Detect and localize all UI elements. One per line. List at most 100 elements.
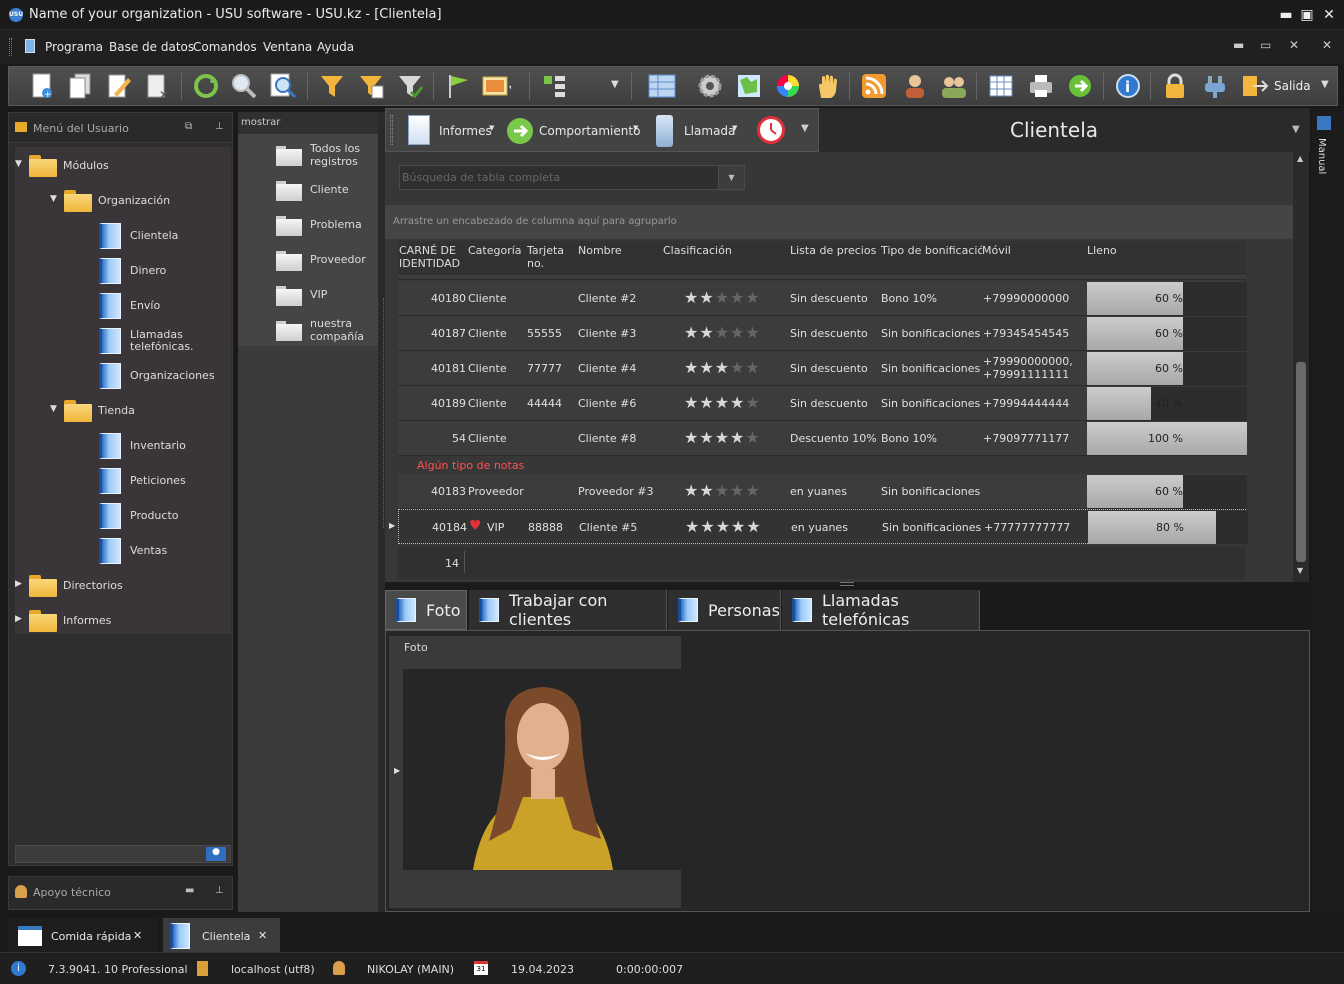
flag-icon[interactable] <box>443 71 473 101</box>
scroll-down-icon[interactable]: ▼ <box>1297 566 1303 575</box>
menu-programa[interactable]: Programa <box>45 40 103 54</box>
horizontal-splitter[interactable] <box>840 582 854 586</box>
tree-node-producto[interactable]: Producto <box>99 498 179 533</box>
comportamiento-dropdown-icon[interactable]: ▼ <box>633 124 638 132</box>
filter-icon[interactable] <box>317 71 347 101</box>
doc-tab-comida-rapida[interactable]: Comida rápida ✕ <box>8 918 158 954</box>
llamada-button[interactable]: Llamada <box>684 124 735 138</box>
settings-icon[interactable] <box>695 71 725 101</box>
pin-icon[interactable]: ⊥ <box>215 121 224 132</box>
tree-node-ventas[interactable]: Ventas <box>99 533 167 568</box>
delete-document-icon[interactable]: ✕ <box>143 71 173 101</box>
grid-icon[interactable] <box>647 71 677 101</box>
menu-base-de-datos[interactable]: Base de datos <box>109 40 194 54</box>
comportamiento-button[interactable]: Comportamiento <box>539 124 640 138</box>
tree-node-envío[interactable]: Envío <box>99 288 160 323</box>
rating-stars[interactable]: ★★★★★ <box>685 519 762 535</box>
table-row[interactable]: 40181 Cliente 77777 Cliente #4 Sin descuento… <box>398 351 1247 386</box>
go-icon[interactable] <box>1065 71 1095 101</box>
grid-toolbar-more-icon[interactable]: ▼ <box>801 123 809 134</box>
pin-icon[interactable]: ⊥ <box>215 885 224 896</box>
show-item[interactable]: Cliente <box>310 183 372 196</box>
menu-ventana[interactable]: Ventana <box>263 40 312 54</box>
print-icon[interactable] <box>1026 71 1056 101</box>
behavior-icon[interactable] <box>507 118 533 144</box>
close-icon[interactable]: ✕ <box>133 929 142 942</box>
tree-node-organización[interactable]: ▼ Organización <box>50 183 170 218</box>
refresh-icon[interactable] <box>191 71 221 101</box>
tree-search-input[interactable]: ● <box>15 845 231 863</box>
menu-close-icon[interactable]: ✕ <box>1322 38 1332 52</box>
table-icon[interactable] <box>986 71 1016 101</box>
rating-stars[interactable]: ★★★★★ <box>684 360 761 376</box>
phone-icon[interactable] <box>656 115 673 147</box>
info-icon[interactable]: i <box>1113 71 1143 101</box>
col-categoria[interactable]: Categoría <box>468 241 522 275</box>
tree-node-clientela[interactable]: Clientela <box>99 218 178 253</box>
rating-stars[interactable]: ★★★★★ <box>684 290 761 306</box>
tab-llamadas-telefonicas[interactable]: Llamadas telefónicas <box>782 590 980 630</box>
tree-node-informes[interactable]: ▶ Informes <box>15 603 111 638</box>
col-lleno[interactable]: Lleno <box>1087 241 1117 275</box>
exit-icon[interactable] <box>1239 71 1269 101</box>
tree-node-tienda[interactable]: ▼ Tienda <box>50 393 135 428</box>
mdi-restore-button[interactable]: ▭ <box>1260 38 1271 52</box>
group-by-bar[interactable]: Arrastre un encabezado de columna aquí p… <box>385 205 1293 239</box>
rss-icon[interactable] <box>859 71 889 101</box>
tree-node-peticiones[interactable]: Peticiones <box>99 463 186 498</box>
scroll-up-icon[interactable]: ▲ <box>1297 154 1303 163</box>
tree-node-llamadas-telefónicas-[interactable]: Llamadas telefónicas. <box>99 323 210 358</box>
clock-icon[interactable] <box>757 116 785 144</box>
table-row[interactable]: 40187 Cliente 55555 Cliente #3 Sin descuento… <box>398 316 1247 351</box>
client-photo[interactable] <box>403 669 681 870</box>
menu-ayuda[interactable]: Ayuda <box>317 40 354 54</box>
rating-stars[interactable]: ★★★★★ <box>684 430 761 446</box>
show-item[interactable]: Proveedor <box>310 253 372 266</box>
search-icon[interactable] <box>229 71 259 101</box>
user-icon[interactable] <box>900 71 930 101</box>
scroll-thumb[interactable] <box>1296 362 1306 562</box>
grip-icon[interactable] <box>390 115 393 145</box>
rating-stars[interactable]: ★★★★★ <box>684 395 761 411</box>
plugin-icon[interactable] <box>1200 71 1230 101</box>
tree-icon[interactable] <box>539 71 569 101</box>
copy-document-icon[interactable] <box>65 71 95 101</box>
col-tipo-bonificacion[interactable]: Tipo de bonificación <box>881 241 992 275</box>
rating-stars[interactable]: ★★★★★ <box>684 483 761 499</box>
menu-comandos[interactable]: Comandos <box>193 40 257 54</box>
maximize-button[interactable]: ▣ <box>1298 5 1316 25</box>
mdi-minimize-button[interactable]: ▬ <box>1233 38 1244 52</box>
close-icon[interactable]: ✕ <box>258 929 267 942</box>
users-icon[interactable] <box>939 71 969 101</box>
report-icon[interactable] <box>408 115 430 145</box>
tree-node-inventario[interactable]: Inventario <box>99 428 186 463</box>
show-item[interactable]: VIP <box>310 288 372 301</box>
col-lista-precios[interactable]: Lista de precios <box>790 241 877 275</box>
minimize-button[interactable]: ▬ <box>1277 5 1295 25</box>
rating-stars[interactable]: ★★★★★ <box>684 325 761 341</box>
toolbar-dropdown-icon[interactable]: ▼ <box>611 79 619 90</box>
color-wheel-icon[interactable] <box>773 71 803 101</box>
image-icon[interactable]: ▾ <box>481 71 511 101</box>
table-search-input[interactable]: Búsqueda de tabla completa ▼ <box>399 165 745 190</box>
close-button[interactable]: ✕ <box>1320 5 1338 25</box>
expand-arrow-icon[interactable]: ▶ <box>15 579 22 589</box>
splitter[interactable] <box>383 298 389 528</box>
show-item[interactable]: Problema <box>310 218 372 231</box>
collapse-arrow-icon[interactable]: ▼ <box>15 159 22 169</box>
doc-tab-clientela[interactable]: Clientela ✕ <box>163 918 280 954</box>
manual-tab[interactable]: Manual <box>1316 138 1327 174</box>
edit-document-icon[interactable] <box>104 71 134 101</box>
col-clasificacion[interactable]: Clasificación <box>663 241 732 275</box>
table-row[interactable]: 54 Cliente Cliente #8 Descuento 10% Bono 10%… <box>398 421 1247 456</box>
float-panel-icon[interactable]: ⧉ <box>185 121 192 132</box>
new-document-icon[interactable]: + <box>27 71 57 101</box>
table-row[interactable]: 40184 VIP 88888 Cliente #5 en yuanes Sin boni… <box>398 509 1248 544</box>
map-icon[interactable] <box>734 71 764 101</box>
show-item[interactable]: Todos los registros <box>310 142 372 168</box>
toolbar-overflow-icon[interactable]: ▼ <box>1321 79 1329 90</box>
mdi-close-button[interactable]: ✕ <box>1289 38 1299 52</box>
collapse-arrow-icon[interactable]: ▼ <box>50 404 57 414</box>
expand-arrow-icon[interactable]: ▶ <box>15 614 22 624</box>
tree-node-directorios[interactable]: ▶ Directorios <box>15 568 123 603</box>
